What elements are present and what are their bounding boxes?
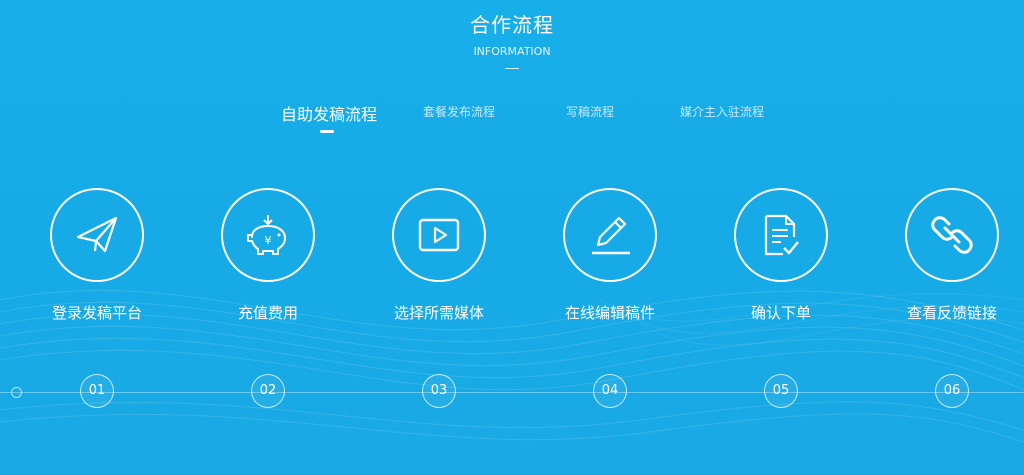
step-confirm-order: 确认下单 [716, 188, 846, 323]
step-view-feedback-link: 查看反馈链接 [887, 188, 1017, 323]
step-number-badge: 04 [593, 374, 627, 408]
step-recharge: ¥ 充值费用 [203, 188, 333, 323]
step-login: 登录发稿平台 [32, 188, 162, 323]
step-label: 选择所需媒体 [393, 304, 484, 322]
tab-self-service-posting[interactable]: 自助发稿流程 [281, 101, 377, 125]
step-number-badge: 02 [251, 374, 285, 408]
title-divider [505, 68, 519, 69]
step-icon-circle: ¥ [221, 188, 315, 282]
step-label: 查看反馈链接 [906, 304, 997, 322]
tab-package-publishing[interactable]: 套餐发布流程 [423, 103, 495, 120]
step-icon-circle [563, 188, 657, 282]
step-number-badge: 03 [422, 374, 456, 408]
step-select-media: 选择所需媒体 [374, 188, 504, 323]
svg-text:¥: ¥ [265, 234, 272, 247]
step-number-badge: 05 [764, 374, 798, 408]
piggy-bank-icon: ¥ [247, 215, 286, 255]
step-label: 登录发稿平台 [51, 304, 142, 322]
active-tab-indicator [320, 130, 334, 133]
step-number-badge: 06 [935, 374, 969, 408]
section-header: 合作流程 INFORMATION [0, 10, 1024, 69]
paper-plane-icon [76, 216, 118, 253]
step-edit-manuscript: 在线编辑稿件 [545, 188, 675, 323]
timeline-start-dot [11, 387, 22, 398]
step-icon-circle [734, 188, 828, 282]
step-number-badge: 01 [80, 374, 114, 408]
step-label: 在线编辑稿件 [564, 304, 655, 322]
section-subtitle: INFORMATION [473, 45, 551, 58]
tab-media-onboarding[interactable]: 媒介主入驻流程 [680, 103, 764, 120]
video-play-icon [418, 218, 460, 252]
step-label: 充值费用 [237, 304, 298, 322]
tab-writing[interactable]: 写稿流程 [566, 103, 614, 120]
section-title: 合作流程 [470, 13, 554, 37]
process-tabs: 自助发稿流程 套餐发布流程 写稿流程 媒介主入驻流程 [0, 103, 1024, 143]
step-icon-circle [50, 188, 144, 282]
pencil-icon [592, 216, 630, 255]
document-check-icon [764, 214, 799, 256]
step-icon-circle [392, 188, 486, 282]
step-icon-circle [905, 188, 999, 282]
chain-link-icon [931, 216, 973, 254]
step-label: 确认下单 [750, 304, 811, 322]
timeline-line [0, 392, 1024, 393]
